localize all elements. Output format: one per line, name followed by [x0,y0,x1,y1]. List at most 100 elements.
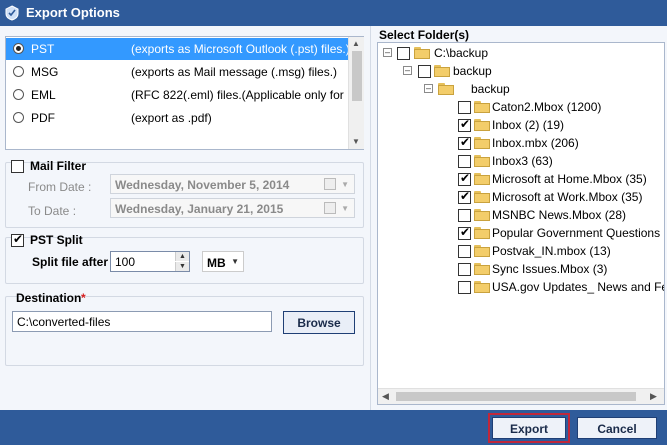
chevron-down-icon[interactable]: ▼ [341,180,349,189]
tree-item-label: Inbox (2) (19) [492,118,565,132]
tree-item[interactable]: USA.gov Updates_ News and Fe [378,278,664,296]
tree-item[interactable]: Postvak_IN.mbox (13) [378,242,664,260]
tree-item[interactable]: Microsoft at Work.Mbox (35) [378,188,664,206]
tree-item[interactable]: Inbox3 (63) [378,152,664,170]
destination-path-value: C:\converted-files [17,315,111,329]
tree-checkbox[interactable] [458,209,471,222]
collapse-icon[interactable]: – [403,66,412,75]
format-option-msg[interactable]: MSG (exports as Mail message (.msg) file… [6,61,348,83]
tree-node-backup-inner[interactable]: – backup [378,80,664,98]
folder-pane: Select Folder(s) – C:\backup – backup – … [370,26,667,410]
format-option-pdf[interactable]: PDF (export as .pdf) [6,107,348,129]
destination-path-input[interactable]: C:\converted-files [12,311,272,332]
split-unit-select[interactable]: MB ▼ [202,251,244,272]
footer-bar: Export Cancel [0,410,667,445]
to-date-picker[interactable]: Wednesday, January 21, 2015 ▼ [110,198,355,218]
pst-split-label: PST Split [30,233,83,247]
tree-checkbox[interactable] [418,65,431,78]
folder-icon [434,65,450,77]
mail-filter-checkbox[interactable] [11,160,24,173]
tree-item[interactable]: MSNBC News.Mbox (28) [378,206,664,224]
from-date-label: From Date : [28,180,92,194]
tree-checkbox[interactable] [458,101,471,114]
format-description: (RFC 822(.eml) files.(Applicable only fo… [131,88,358,102]
tree-item-label: Popular Government Questions [492,226,661,240]
tree-checkbox[interactable] [458,245,471,258]
radio-eml[interactable] [13,89,24,100]
open-folder-icon [414,47,430,59]
tree-checkbox[interactable] [458,263,471,276]
collapse-icon[interactable]: – [383,48,392,57]
folder-icon [474,155,490,167]
radio-pst[interactable] [13,43,24,54]
tree-item[interactable]: Microsoft at Home.Mbox (35) [378,170,664,188]
calendar-icon[interactable] [324,202,336,214]
tree-item-label: Sync Issues.Mbox (3) [492,262,608,276]
title-bar: Export Options [0,0,667,26]
from-date-picker[interactable]: Wednesday, November 5, 2014 ▼ [110,174,355,194]
tree-checkbox[interactable] [458,225,471,240]
tree-checkbox[interactable] [458,155,471,168]
cancel-button[interactable]: Cancel [577,417,657,439]
destination-group: Destination * C:\converted-files Browse [5,291,364,366]
format-list-scrollbar[interactable]: ▲ ▼ [348,37,364,149]
chevron-down-icon[interactable]: ▼ [231,257,239,266]
tree-item[interactable]: Sync Issues.Mbox (3) [378,260,664,278]
scroll-down-icon[interactable]: ▼ [352,137,360,146]
folder-icon [474,101,490,113]
folder-icon [438,83,454,95]
calendar-icon[interactable] [324,178,336,190]
collapse-icon[interactable]: – [424,84,433,93]
tree-checkbox[interactable] [458,135,471,150]
split-size-stepper[interactable]: 100 ▲ ▼ [110,251,190,272]
pst-split-checkbox[interactable] [11,232,24,247]
window-title: Export Options [26,5,120,20]
tree-node-label: backup [471,82,510,96]
folder-icon [474,137,490,149]
tree-checkbox[interactable] [458,189,471,204]
folder-icon [474,119,490,131]
select-folders-label: Select Folder(s) [379,28,470,42]
scrollbar-thumb[interactable] [352,51,362,101]
format-option-eml[interactable]: EML (RFC 822(.eml) files.(Applicable onl… [6,84,357,106]
scrollbar-thumb[interactable] [396,392,636,401]
tree-checkbox[interactable] [397,47,410,60]
tree-item-label: Inbox3 (63) [492,154,553,168]
options-pane: PST (exports as Microsoft Outlook (.pst)… [0,26,370,410]
tree-horizontal-scrollbar[interactable]: ◀ ▶ [378,388,664,404]
scroll-up-icon[interactable]: ▲ [352,39,360,48]
folder-icon [474,209,490,221]
format-description: (export as .pdf) [131,111,212,125]
format-name: PST [31,42,55,56]
format-name: MSG [31,65,59,79]
app-logo-icon [5,5,19,21]
tree-node-backup[interactable]: – backup [378,62,664,80]
split-size-value: 100 [115,255,136,269]
radio-pdf[interactable] [13,112,24,123]
format-option-pst[interactable]: PST (exports as Microsoft Outlook (.pst)… [6,38,350,60]
tree-checkbox[interactable] [458,117,471,132]
chevron-down-icon[interactable]: ▼ [341,204,349,213]
tree-checkbox[interactable] [458,281,471,294]
scroll-left-icon[interactable]: ◀ [382,391,389,402]
tree-item[interactable]: Popular Government Questions [378,224,664,242]
tree-item[interactable]: Inbox (2) (19) [378,116,664,134]
export-button[interactable]: Export [492,417,566,439]
format-description: (exports as Microsoft Outlook (.pst) fil… [131,42,350,56]
tree-item-label: Microsoft at Work.Mbox (35) [492,190,643,204]
tree-item[interactable]: Caton2.Mbox (1200) [378,98,664,116]
scroll-right-icon[interactable]: ▶ [650,391,657,402]
stepper-up-icon[interactable]: ▲ [175,252,189,261]
folder-icon [474,263,490,275]
to-date-value: Wednesday, January 21, 2015 [115,202,284,216]
tree-node-root[interactable]: – C:\backup [378,44,664,62]
format-name: PDF [31,111,55,125]
stepper-down-icon[interactable]: ▼ [175,262,189,271]
tree-checkbox[interactable] [458,171,471,186]
radio-msg[interactable] [13,66,24,77]
pst-split-group: PST Split Split file after 100 ▲ ▼ MB ▼ [5,232,364,284]
tree-node-label: C:\backup [434,46,489,60]
tree-item[interactable]: Inbox.mbx (206) [378,134,664,152]
browse-button[interactable]: Browse [283,311,355,334]
tree-item-label: Caton2.Mbox (1200) [492,100,602,114]
